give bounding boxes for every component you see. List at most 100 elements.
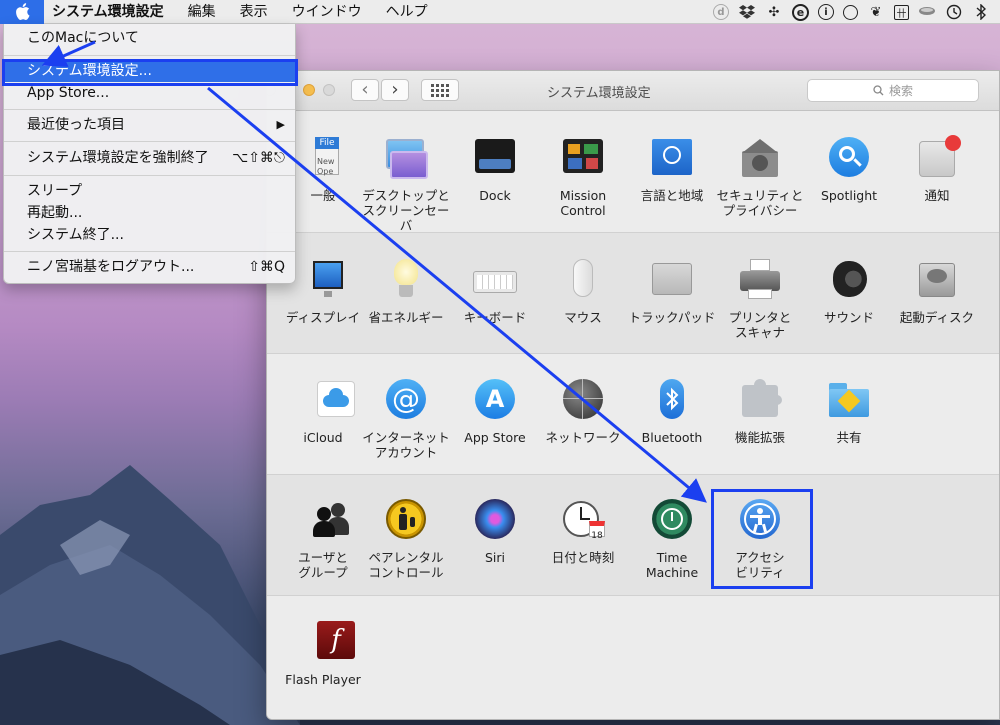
- pref-parental[interactable]: ペアレンタル コントロール: [362, 499, 450, 580]
- pref-label: プリンタと スキャナ: [728, 310, 792, 340]
- zoom-button[interactable]: [323, 84, 335, 96]
- pref-label: 通知: [924, 188, 950, 203]
- notifications-icon: [915, 135, 961, 181]
- pref-siri[interactable]: Siri: [451, 499, 539, 565]
- menu-shortcut: ⇧⌘Q: [248, 259, 285, 275]
- pref-spotlight[interactable]: Spotlight: [805, 137, 893, 203]
- pref-date-time[interactable]: 18 日付と時刻: [539, 499, 627, 565]
- mountain-wallpaper: [0, 465, 300, 725]
- display-icon: [295, 259, 343, 303]
- pref-time-machine[interactable]: Time Machine: [628, 499, 716, 580]
- icloud-icon: [295, 379, 355, 423]
- pref-keyboard[interactable]: キーボード: [451, 259, 539, 325]
- energy-icon: [384, 259, 428, 303]
- info-icon[interactable]: i: [818, 4, 834, 20]
- pref-mission-control[interactable]: Mission Control: [539, 137, 627, 218]
- pref-label: Siri: [484, 550, 506, 565]
- pref-security[interactable]: セキュリティと プライバシー: [716, 137, 804, 218]
- pref-extensions[interactable]: 機能拡張: [716, 379, 804, 445]
- system-preferences-window: ‹ › システム環境設定 検索 File New Ope 一般 デスクトップと …: [266, 70, 1000, 720]
- internet-accounts-icon: @: [384, 379, 428, 423]
- menu-item-label: 最近使った項目: [27, 117, 125, 133]
- menu-item-about-mac[interactable]: このMacについて: [4, 27, 295, 49]
- pref-trackpad[interactable]: トラックパッド: [628, 259, 716, 325]
- pref-users[interactable]: ユーザと グループ: [273, 499, 361, 580]
- keyboard-icon: [473, 259, 517, 303]
- menu-item-logout[interactable]: ニノ宮瑞基をログアウト... ⇧⌘Q: [4, 256, 295, 278]
- pref-label: デスクトップと スクリーンセーバ: [362, 188, 450, 233]
- show-all-button[interactable]: [421, 79, 459, 101]
- minimize-button[interactable]: [303, 84, 315, 96]
- pref-label: Mission Control: [559, 188, 607, 218]
- pref-flash-player[interactable]: f Flash Player: [273, 621, 361, 687]
- menu-separator: [4, 175, 295, 176]
- dropbox-icon[interactable]: [738, 3, 756, 21]
- dock-icon: [473, 137, 517, 181]
- window-titlebar: ‹ › システム環境設定 検索: [267, 71, 999, 111]
- pref-dock[interactable]: Dock: [451, 137, 539, 203]
- time-machine-icon: [650, 499, 694, 543]
- printer-icon: [738, 259, 782, 303]
- menu-item-sleep[interactable]: スリープ: [4, 180, 295, 202]
- sharing-icon: [827, 379, 871, 423]
- menu-window[interactable]: ウインドウ: [280, 0, 374, 24]
- circle-icon[interactable]: [843, 4, 858, 20]
- spotlight-icon: [827, 137, 871, 181]
- d-icon[interactable]: d: [713, 4, 729, 20]
- search-field[interactable]: 検索: [807, 79, 979, 102]
- window-title: システム環境設定: [547, 86, 651, 101]
- date-time-icon: 18: [561, 499, 605, 543]
- menu-help[interactable]: ヘルプ: [374, 0, 440, 24]
- pref-internet-accounts[interactable]: @ インターネット アカウント: [362, 379, 450, 460]
- pref-label: iCloud: [303, 430, 343, 445]
- pref-icloud[interactable]: iCloud: [273, 379, 361, 445]
- menu-item-recent-items[interactable]: 最近使った項目 ▶: [4, 114, 295, 136]
- pref-network[interactable]: ネットワーク: [539, 379, 627, 445]
- pref-startup-disk[interactable]: 起動ディスク: [893, 259, 981, 325]
- pref-label: マウス: [564, 310, 602, 325]
- trackpad-icon: [650, 259, 694, 303]
- pref-label: サウンド: [823, 310, 874, 325]
- mission-control-icon: [561, 137, 605, 181]
- general-icon: File New Ope: [295, 137, 339, 181]
- parental-icon: [384, 499, 428, 543]
- menu-app-name[interactable]: システム環境設定: [44, 0, 176, 24]
- network-icon: [561, 379, 605, 423]
- menu-item-shutdown[interactable]: システム終了...: [4, 224, 295, 246]
- bowl-icon[interactable]: [918, 3, 936, 21]
- menu-item-restart[interactable]: 再起動...: [4, 202, 295, 224]
- pref-bluetooth[interactable]: Bluetooth: [628, 379, 716, 445]
- e-icon[interactable]: e: [792, 3, 809, 21]
- pref-row-5: [267, 596, 999, 719]
- evernote-icon[interactable]: ❦: [867, 3, 885, 21]
- pref-language[interactable]: 言語と地域: [628, 137, 716, 203]
- siri-icon: [473, 499, 517, 543]
- apple-menu-button[interactable]: [0, 0, 44, 24]
- pref-mouse[interactable]: マウス: [539, 259, 627, 325]
- chevron-right-icon: ›: [391, 79, 399, 100]
- pref-sharing[interactable]: 共有: [805, 379, 893, 445]
- pref-label: セキュリティと プライバシー: [716, 188, 804, 218]
- grid-icon[interactable]: 卄: [894, 4, 909, 20]
- menu-view[interactable]: 表示: [228, 0, 280, 24]
- menu-edit[interactable]: 編集: [176, 0, 228, 24]
- pinwheel-icon[interactable]: ✣: [765, 3, 783, 21]
- bluetooth-icon: [650, 379, 694, 423]
- pref-printers[interactable]: プリンタと スキャナ: [716, 259, 804, 340]
- bluetooth-icon[interactable]: [972, 3, 990, 21]
- time-machine-icon[interactable]: [945, 3, 963, 21]
- search-icon: [873, 85, 884, 96]
- pref-label: 起動ディスク: [899, 310, 975, 325]
- pref-sound[interactable]: サウンド: [805, 259, 893, 325]
- pref-desktop[interactable]: デスクトップと スクリーンセーバ: [362, 137, 450, 233]
- app-store-icon: A: [473, 379, 517, 423]
- menu-item-force-quit[interactable]: システム環境設定を強制終了 ⌥⇧⌘⎋: [4, 147, 295, 169]
- apple-icon: [15, 3, 29, 20]
- back-button[interactable]: ‹: [351, 79, 379, 101]
- forward-button[interactable]: ›: [381, 79, 409, 101]
- menu-item-label: システム環境設定を強制終了: [27, 150, 209, 166]
- pref-notifications[interactable]: 通知: [893, 135, 981, 203]
- pref-label: Dock: [479, 188, 511, 203]
- pref-energy[interactable]: 省エネルギー: [362, 259, 450, 325]
- pref-app-store[interactable]: A App Store: [451, 379, 539, 445]
